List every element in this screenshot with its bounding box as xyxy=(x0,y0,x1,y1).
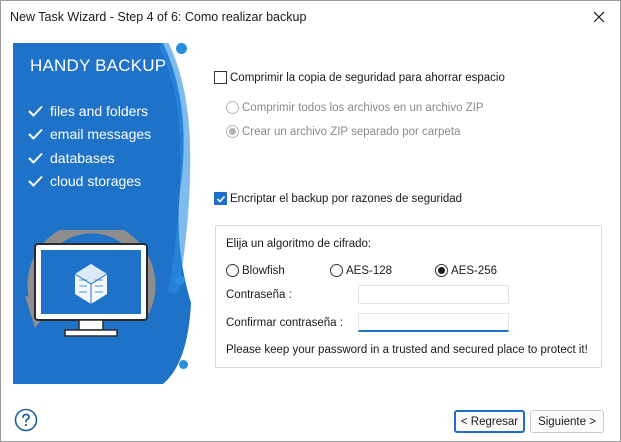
password-field[interactable] xyxy=(359,286,508,303)
password-note: Please keep your password in a trusted a… xyxy=(226,344,588,356)
feature-label: files and folders xyxy=(50,102,149,119)
confirm-password-label: Confirmar contraseña : xyxy=(226,317,343,329)
algorithm-aes128-option[interactable]: AES-128 xyxy=(330,264,392,277)
monitor-backup-icon xyxy=(25,230,156,337)
check-icon xyxy=(28,175,50,188)
aes128-label: AES-128 xyxy=(346,264,393,277)
compress-all-radio[interactable] xyxy=(226,101,239,114)
algorithm-blowfish-option[interactable]: Blowfish xyxy=(226,264,285,277)
check-icon xyxy=(28,128,50,141)
feature-item: email messages xyxy=(28,123,151,147)
algorithm-label: Elija un algoritmo de cifrado: xyxy=(226,238,372,250)
feature-item: cloud storages xyxy=(28,170,151,194)
aes256-radio[interactable] xyxy=(435,264,448,277)
password-field-box[interactable] xyxy=(358,285,509,304)
compress-per-folder-radio[interactable] xyxy=(226,125,239,138)
compress-all-label: Comprimir todos los archivos en un archi… xyxy=(242,101,484,114)
brand-name: HANDY BACKUP xyxy=(30,56,167,75)
encrypt-checkbox[interactable] xyxy=(214,192,227,205)
next-button[interactable]: Siguiente > xyxy=(530,410,604,433)
encrypt-checkbox-row[interactable]: Encriptar el backup por razones de segur… xyxy=(214,192,462,205)
help-icon[interactable] xyxy=(14,408,38,432)
product-banner: HANDY BACKUP files and folders email mes… xyxy=(13,43,191,384)
confirm-password-field[interactable] xyxy=(359,314,508,330)
compress-all-zip-option[interactable]: Comprimir todos los archivos en un archi… xyxy=(226,101,484,114)
close-button[interactable] xyxy=(582,3,616,31)
window-title: New Task Wizard - Step 4 of 6: Como real… xyxy=(10,10,307,24)
aes256-label: AES-256 xyxy=(451,264,498,277)
close-icon xyxy=(593,11,605,23)
check-icon xyxy=(28,105,50,117)
decorative-dot xyxy=(176,43,187,54)
decorative-dot xyxy=(175,275,185,285)
feature-item: databases xyxy=(28,146,151,170)
wizard-window: New Task Wizard - Step 4 of 6: Como real… xyxy=(0,0,621,442)
compress-per-folder-label: Crear un archivo ZIP separado por carpet… xyxy=(242,125,461,138)
confirm-password-field-box[interactable] xyxy=(358,313,509,332)
aes128-radio[interactable] xyxy=(330,264,343,277)
algorithm-aes256-option[interactable]: AES-256 xyxy=(435,264,497,277)
feature-item: files and folders xyxy=(28,99,151,123)
encrypt-label: Encriptar el backup por razones de segur… xyxy=(230,192,463,205)
checkmark-icon xyxy=(216,195,225,203)
feature-label: databases xyxy=(50,149,115,166)
feature-label: email messages xyxy=(50,126,152,143)
blowfish-radio[interactable] xyxy=(226,264,239,277)
compress-checkbox-row[interactable]: Comprimir la copia de seguridad para aho… xyxy=(214,71,505,84)
password-label: Contraseña : xyxy=(226,289,292,301)
feature-label: cloud storages xyxy=(50,173,142,190)
back-button[interactable]: < Regresar xyxy=(454,410,525,433)
compress-per-folder-option[interactable]: Crear un archivo ZIP separado por carpet… xyxy=(226,125,460,138)
decorative-dot xyxy=(179,360,188,369)
check-icon xyxy=(28,152,50,164)
compress-label: Comprimir la copia de seguridad para aho… xyxy=(230,71,505,84)
feature-list: files and folders email messages databas… xyxy=(28,99,151,193)
blowfish-label: Blowfish xyxy=(242,264,285,277)
title-bar: New Task Wizard - Step 4 of 6: Como real… xyxy=(1,1,620,33)
compress-checkbox[interactable] xyxy=(214,71,227,84)
